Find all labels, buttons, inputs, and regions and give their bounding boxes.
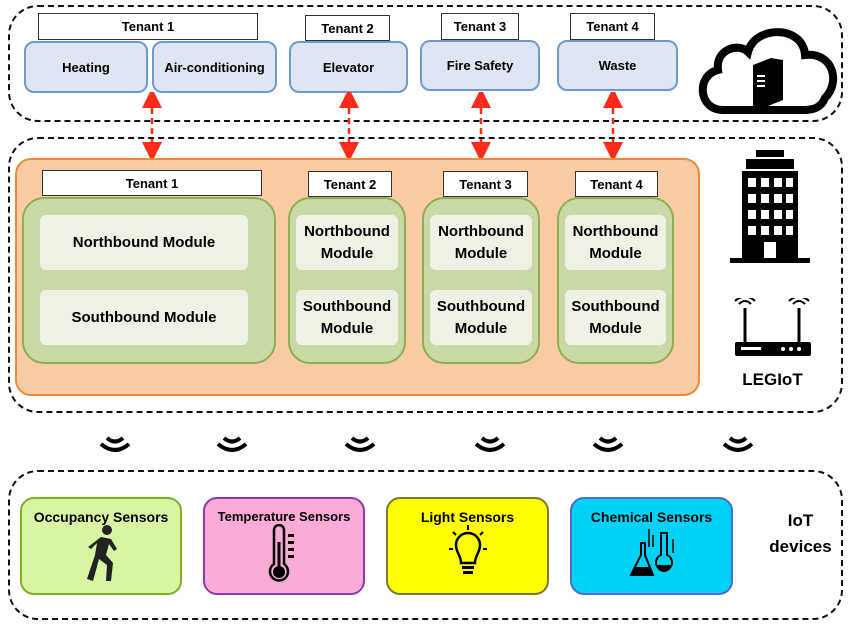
northbound-module: Northbound Module (565, 215, 666, 270)
chemical-sensors: Chemical Sensors (570, 497, 733, 595)
air-conditioning-service: Air-conditioning (152, 41, 277, 93)
wifi-icon (344, 436, 376, 452)
building-icon (730, 150, 810, 263)
chemistry-flask-icon (628, 529, 674, 576)
sensor-label: Temperature Sensors (217, 509, 351, 524)
wifi-icon (99, 436, 131, 452)
wifi-icon (592, 436, 624, 452)
iot-devices-title: IoT devices (769, 511, 832, 556)
gateway-tenant-1-label: Tenant 1 (42, 170, 262, 196)
wifi-icon (722, 436, 754, 452)
southbound-module: Southbound Module (296, 290, 398, 345)
sensor-label: Occupancy Sensors (33, 509, 169, 525)
light-sensors: Light Sensors (386, 497, 549, 595)
cloud-server-icon (698, 28, 838, 114)
legiot-architecture-diagram: Tenant 1 Heating Air-conditioning Tenant… (0, 0, 850, 629)
gateway-tenant-4-label: Tenant 4 (575, 171, 658, 197)
cloud-tenant-2-label: Tenant 2 (305, 15, 390, 41)
router-icon (734, 298, 811, 356)
cloud-tenant-1-label: Tenant 1 (38, 13, 258, 40)
elevator-service: Elevator (289, 41, 408, 93)
occupancy-sensors: Occupancy Sensors (20, 497, 182, 595)
waste-service: Waste (557, 40, 678, 91)
heating-service: Heating (24, 41, 148, 93)
northbound-module: Northbound Module (430, 215, 532, 270)
lightbulb-icon (448, 525, 487, 574)
cloud-tenant-4-label: Tenant 4 (570, 13, 655, 40)
temperature-sensors: Temperature Sensors (203, 497, 365, 595)
cloud-tenant-3-label: Tenant 3 (441, 13, 519, 40)
thermometer-icon (268, 524, 294, 582)
northbound-module: Northbound Module (296, 215, 398, 270)
southbound-module: Southbound Module (565, 290, 666, 345)
legiot-title: LEGIoT (742, 370, 803, 389)
running-person-icon (87, 525, 117, 581)
gateway-tenant-2-label: Tenant 2 (308, 171, 392, 197)
southbound-module: Southbound Module (40, 290, 248, 345)
wifi-icon (474, 436, 506, 452)
sensor-label: Chemical Sensors (590, 509, 713, 525)
fire-safety-service: Fire Safety (420, 40, 540, 91)
northbound-module: Northbound Module (40, 215, 248, 270)
southbound-module: Southbound Module (430, 290, 532, 345)
gateway-tenant-3-label: Tenant 3 (443, 171, 528, 197)
wifi-icon (216, 436, 248, 452)
wireless-signals (99, 436, 754, 452)
sensor-label: Light Sensors (420, 509, 515, 525)
